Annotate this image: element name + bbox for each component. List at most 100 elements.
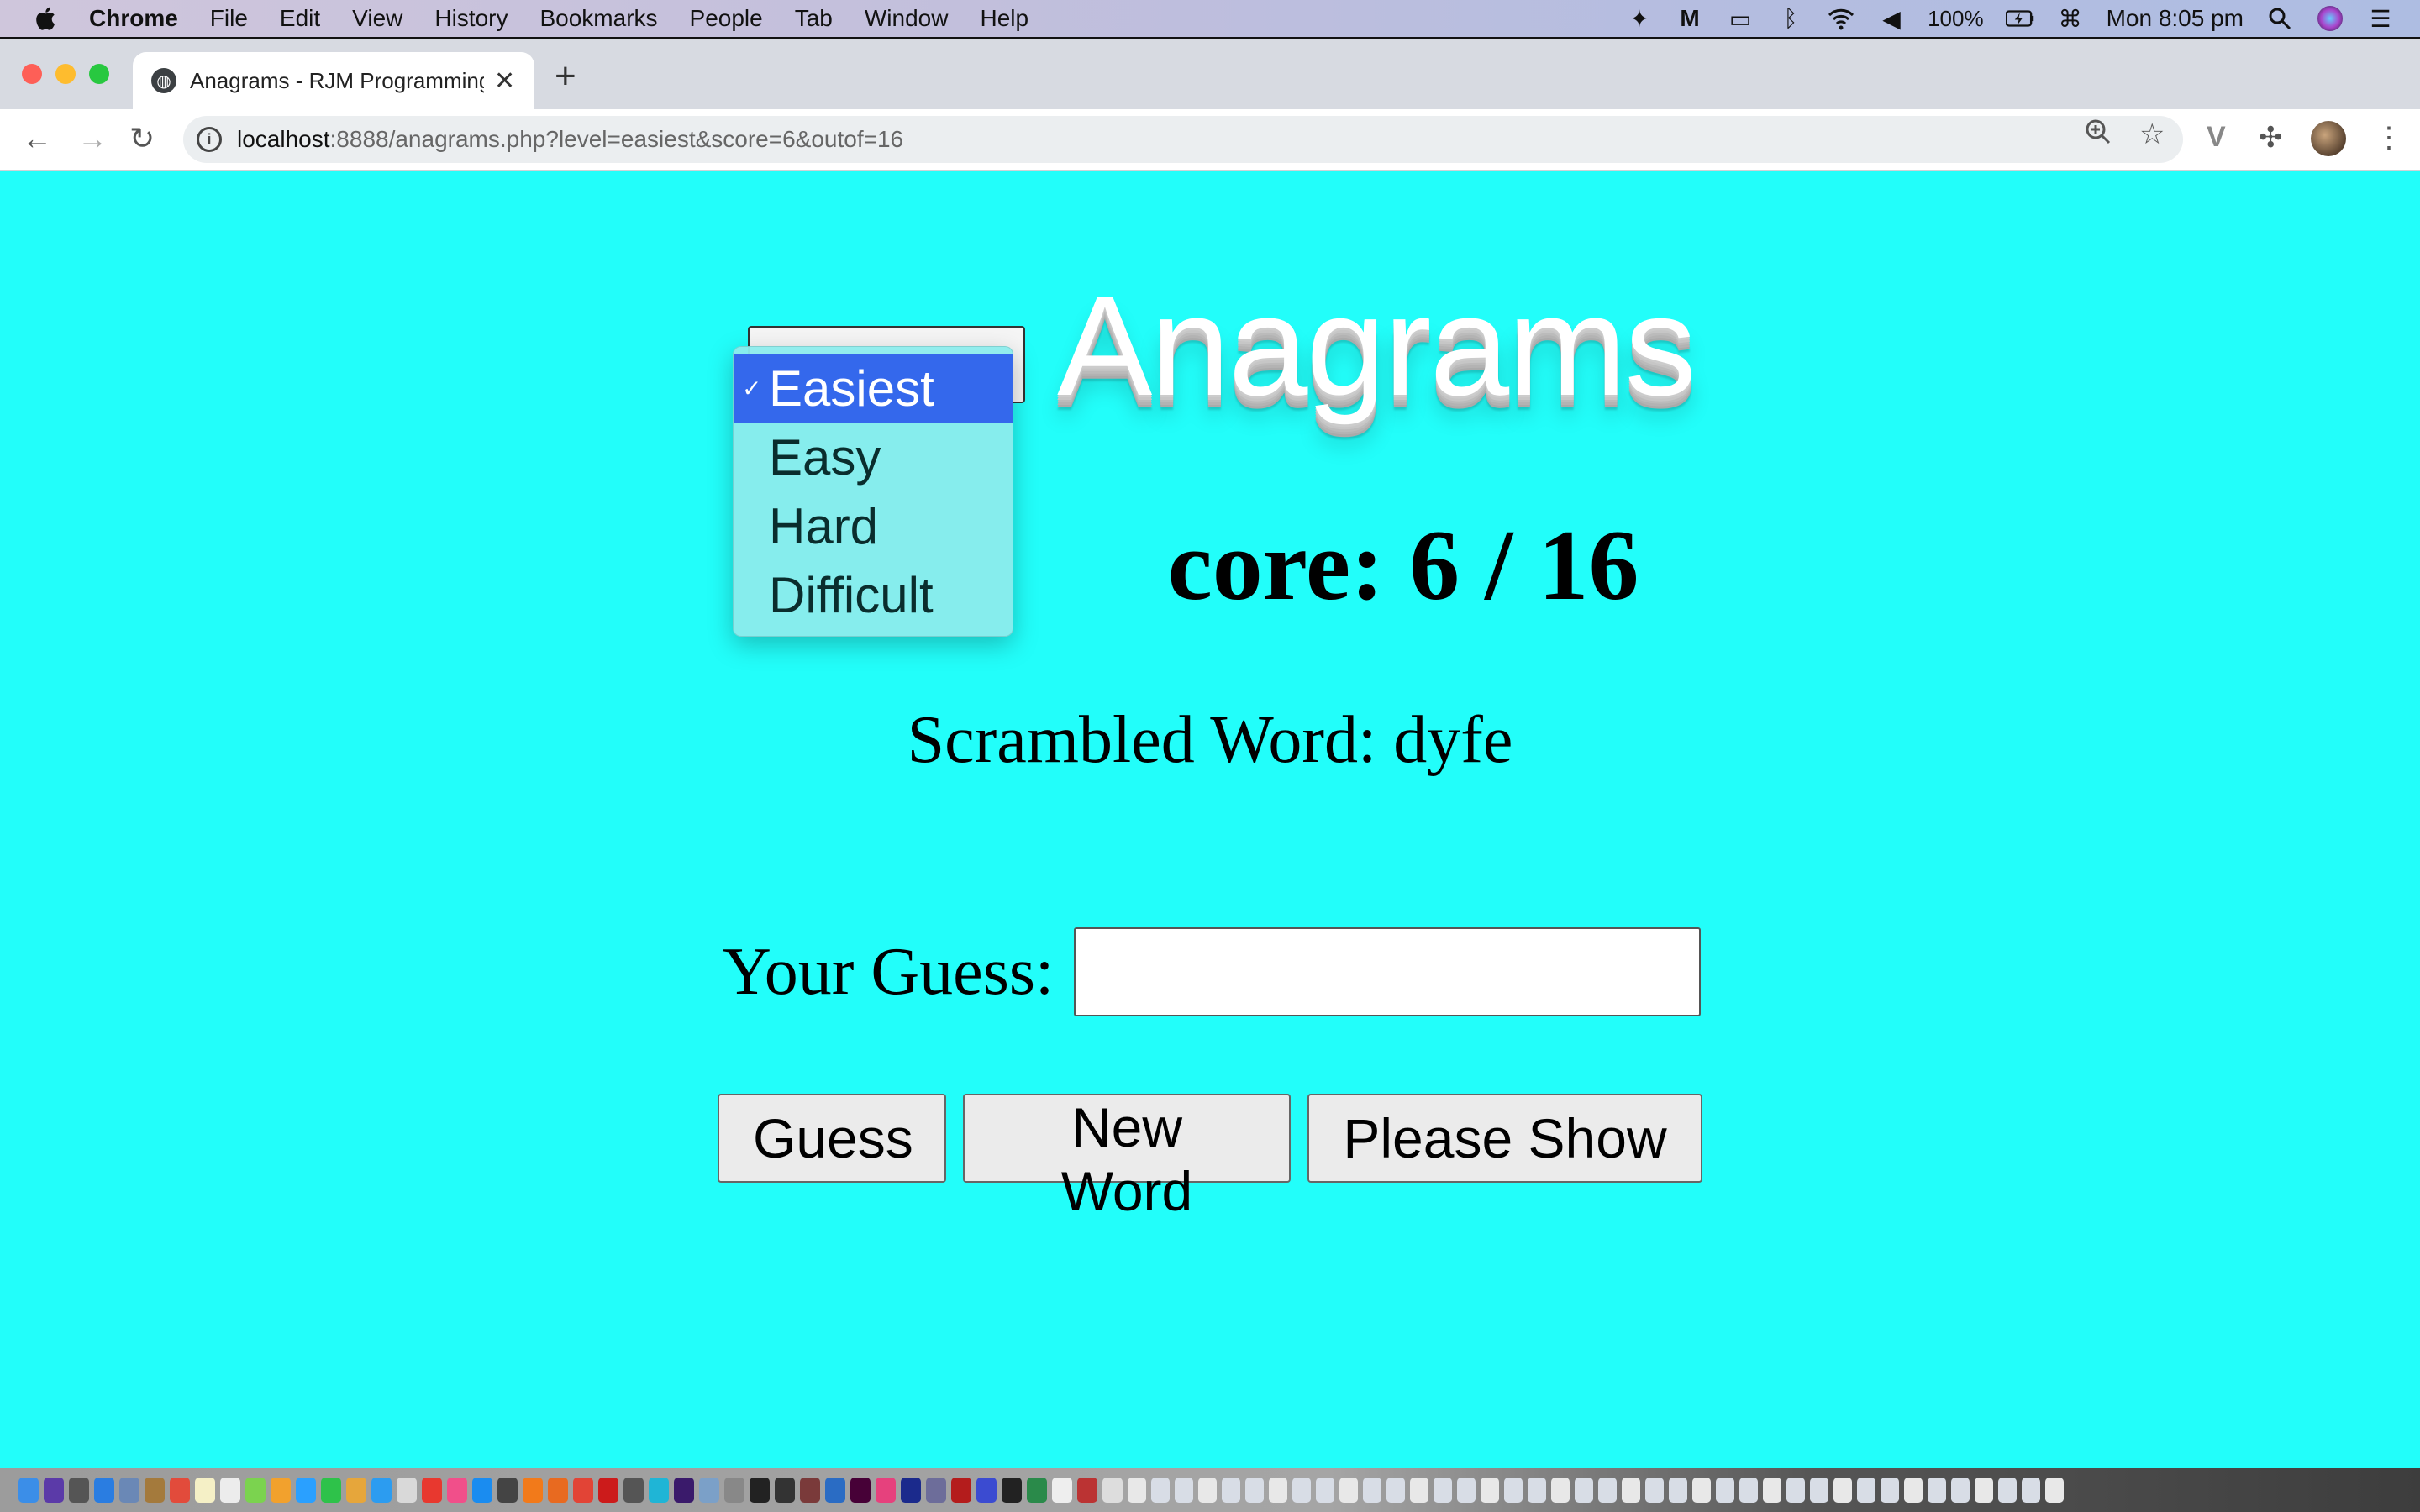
dock-app-icon[interactable] xyxy=(1077,1478,1097,1503)
dock-app-icon[interactable] xyxy=(346,1478,366,1503)
bookmark-star-icon[interactable]: ☆ xyxy=(2139,118,2165,151)
dock-document-icon[interactable] xyxy=(1598,1478,1617,1503)
dock-document-icon[interactable] xyxy=(1998,1478,2017,1503)
dock-app-icon[interactable] xyxy=(573,1478,593,1503)
menu-people[interactable]: People xyxy=(690,5,763,32)
dock-app-icon[interactable] xyxy=(447,1478,467,1503)
dock-document-icon[interactable] xyxy=(1928,1478,1946,1503)
dock-app-icon[interactable] xyxy=(623,1478,644,1503)
browser-tab-active[interactable]: ◍ Anagrams - RJM Programming ✕ xyxy=(133,52,534,109)
guess-button[interactable]: Guess xyxy=(718,1094,946,1183)
dock-app-icon[interactable] xyxy=(497,1478,518,1503)
dropdown-option-hard[interactable]: Hard xyxy=(734,491,1013,560)
dock-document-icon[interactable] xyxy=(1504,1478,1523,1503)
dock-document-icon[interactable] xyxy=(2045,1478,2064,1503)
dock-app-icon[interactable] xyxy=(901,1478,921,1503)
site-info-icon[interactable]: i xyxy=(197,127,222,152)
battery-icon[interactable] xyxy=(2005,4,2034,33)
menu-history[interactable]: History xyxy=(434,5,508,32)
dock-app-icon[interactable] xyxy=(220,1478,240,1503)
forward-arrow-icon[interactable]: → xyxy=(77,121,108,156)
menu-edit[interactable]: Edit xyxy=(280,5,320,32)
dock-document-icon[interactable] xyxy=(1269,1478,1287,1503)
dock-document-icon[interactable] xyxy=(1786,1478,1805,1503)
dock-app-icon[interactable] xyxy=(976,1478,997,1503)
siri-icon[interactable] xyxy=(2316,4,2344,33)
window-close-button[interactable] xyxy=(22,64,42,84)
dock-app-icon[interactable] xyxy=(876,1478,896,1503)
dock-app-icon[interactable] xyxy=(775,1478,795,1503)
dock-app-icon[interactable] xyxy=(371,1478,392,1503)
dock-app-icon[interactable] xyxy=(145,1478,165,1503)
please-show-button[interactable]: Please Show xyxy=(1307,1094,1702,1183)
back-arrow-icon[interactable]: ← xyxy=(22,121,52,156)
avast-icon[interactable]: ✦ xyxy=(1625,4,1654,33)
dock-app-icon[interactable] xyxy=(321,1478,341,1503)
dock-app-icon[interactable] xyxy=(724,1478,744,1503)
wifi-icon[interactable] xyxy=(1827,4,1855,33)
chrome-menu-icon[interactable]: ⋮ xyxy=(2375,121,2403,155)
dock-document-icon[interactable] xyxy=(1833,1478,1852,1503)
tab-close-icon[interactable]: ✕ xyxy=(494,66,515,96)
dock-app-icon[interactable] xyxy=(271,1478,291,1503)
dock-app-icon[interactable] xyxy=(649,1478,669,1503)
apple-menu-icon[interactable] xyxy=(35,5,59,32)
dock-document-icon[interactable] xyxy=(1622,1478,1640,1503)
dock-document-icon[interactable] xyxy=(1692,1478,1711,1503)
menu-bookmarks[interactable]: Bookmarks xyxy=(539,5,657,32)
dock-app-icon[interactable] xyxy=(94,1478,114,1503)
dock-app-icon[interactable] xyxy=(951,1478,971,1503)
dropdown-option-difficult[interactable]: Difficult xyxy=(734,560,1013,629)
window-minimize-button[interactable] xyxy=(55,64,76,84)
dock-document-icon[interactable] xyxy=(1528,1478,1546,1503)
dock-document-icon[interactable] xyxy=(1810,1478,1828,1503)
dock-document-icon[interactable] xyxy=(1716,1478,1734,1503)
dock-app-icon[interactable] xyxy=(422,1478,442,1503)
dock-app-icon[interactable] xyxy=(1002,1478,1022,1503)
window-zoom-button[interactable] xyxy=(89,64,109,84)
dock-document-icon[interactable] xyxy=(1575,1478,1593,1503)
menu-view[interactable]: View xyxy=(352,5,402,32)
dock-app-icon[interactable] xyxy=(245,1478,266,1503)
dock-app-icon[interactable] xyxy=(195,1478,215,1503)
dock-app-icon[interactable] xyxy=(850,1478,871,1503)
dock-document-icon[interactable] xyxy=(1222,1478,1240,1503)
dock-document-icon[interactable] xyxy=(1481,1478,1499,1503)
dock-document-icon[interactable] xyxy=(1128,1478,1146,1503)
dock-document-icon[interactable] xyxy=(1410,1478,1428,1503)
new-word-button[interactable]: New Word xyxy=(963,1094,1291,1222)
airplay-icon[interactable]: ▭ xyxy=(1726,4,1754,33)
profile-avatar[interactable] xyxy=(2311,121,2346,156)
dock-app-icon[interactable] xyxy=(800,1478,820,1503)
dock-app-icon[interactable] xyxy=(1052,1478,1072,1503)
dock-app-icon[interactable] xyxy=(397,1478,417,1503)
dock-app-icon[interactable] xyxy=(548,1478,568,1503)
vue-devtools-extension-icon[interactable]: V xyxy=(2207,121,2226,154)
dock-document-icon[interactable] xyxy=(1175,1478,1193,1503)
dock-document-icon[interactable] xyxy=(1739,1478,1758,1503)
dock-app-icon[interactable] xyxy=(750,1478,770,1503)
dock-app-icon[interactable] xyxy=(18,1478,39,1503)
dock-app-icon[interactable] xyxy=(926,1478,946,1503)
dock-document-icon[interactable] xyxy=(1951,1478,1970,1503)
dock-app-icon[interactable] xyxy=(44,1478,64,1503)
dock-document-icon[interactable] xyxy=(1645,1478,1664,1503)
dock-document-icon[interactable] xyxy=(1151,1478,1170,1503)
dock-document-icon[interactable] xyxy=(1857,1478,1876,1503)
zoom-indicator-icon[interactable] xyxy=(2084,116,2112,157)
menu-help[interactable]: Help xyxy=(980,5,1028,32)
extensions-puzzle-icon[interactable]: ✣ xyxy=(2259,121,2283,155)
bluetooth-icon[interactable]: ᛒ xyxy=(1776,4,1805,33)
dock-document-icon[interactable] xyxy=(1881,1478,1899,1503)
dock-app-icon[interactable] xyxy=(598,1478,618,1503)
dock-document-icon[interactable] xyxy=(1975,1478,1993,1503)
dock-document-icon[interactable] xyxy=(1669,1478,1687,1503)
dock-document-icon[interactable] xyxy=(1904,1478,1923,1503)
dock-document-icon[interactable] xyxy=(2022,1478,2040,1503)
keyboard-viewer-icon[interactable]: ⌘ xyxy=(2056,4,2085,33)
menu-chrome[interactable]: Chrome xyxy=(89,5,178,32)
dock-document-icon[interactable] xyxy=(1245,1478,1264,1503)
dock-document-icon[interactable] xyxy=(1434,1478,1452,1503)
dropdown-option-easy[interactable]: Easy xyxy=(734,423,1013,491)
notification-center-icon[interactable]: ☰ xyxy=(2366,4,2395,33)
